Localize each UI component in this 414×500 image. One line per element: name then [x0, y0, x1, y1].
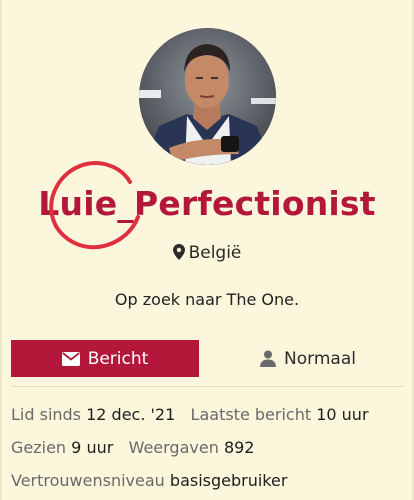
- person-icon: [260, 350, 277, 367]
- bio: Op zoek naar The One.: [114, 290, 300, 309]
- last-post-value[interactable]: 10 uur: [316, 405, 368, 424]
- seen-label: Gezien: [11, 438, 67, 457]
- seen-value: 9 uur: [71, 438, 114, 457]
- level-button-label: Normaal: [284, 348, 356, 369]
- divider: [11, 386, 404, 387]
- views-label: Weergaven: [128, 438, 219, 457]
- message-button-label: Bericht: [87, 348, 149, 369]
- level-button[interactable]: Normaal: [212, 340, 404, 377]
- avatar[interactable]: [139, 28, 276, 165]
- avatar-image: [139, 28, 276, 165]
- stats-row-3: Vertrouwensniveau basisgebruiker: [11, 471, 287, 490]
- envelope-icon: [61, 351, 80, 366]
- trust-level-value: basisgebruiker: [169, 471, 288, 490]
- profile-page: Luie_Perfectionist België Op zoek naar T…: [0, 0, 414, 500]
- stats-row-1: Lid sinds 12 dec. '21 Laatste bericht 10…: [11, 405, 369, 424]
- stats-row-2: Gezien 9 uur Weergaven 892: [11, 438, 254, 457]
- message-button[interactable]: Bericht: [11, 340, 199, 377]
- last-post-label: Laatste bericht: [190, 405, 312, 424]
- views-value: 892: [223, 438, 255, 457]
- username: Luie_Perfectionist: [38, 184, 376, 223]
- member-since-value: 12 dec. '21: [86, 405, 176, 424]
- member-since-label: Lid sinds: [11, 405, 82, 424]
- trust-level-label: Vertrouwensniveau: [11, 471, 165, 490]
- location-text: België: [188, 243, 242, 263]
- map-pin-icon: [172, 244, 185, 260]
- location: België: [0, 243, 414, 263]
